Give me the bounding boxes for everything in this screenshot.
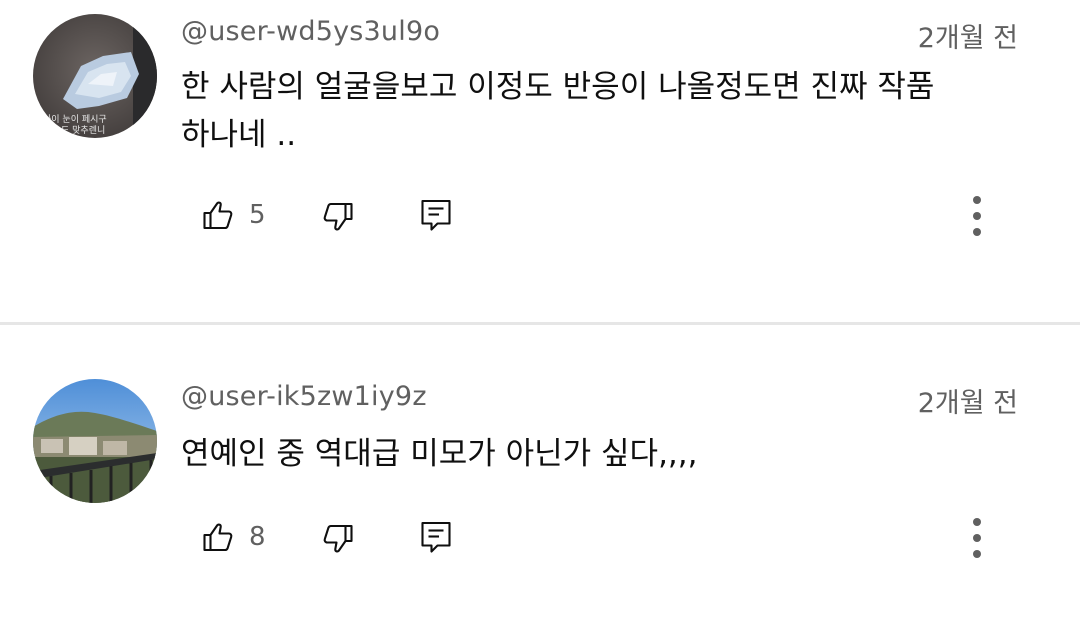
avatar[interactable] <box>33 379 157 503</box>
like-count: 5 <box>249 200 266 230</box>
more-vert-icon <box>973 518 981 558</box>
like-button[interactable] <box>196 194 240 238</box>
thumb-up-icon <box>203 201 233 230</box>
comment-text: 연예인 중 역대급 미모가 아닌가 싶다,,,, <box>181 436 698 472</box>
thumb-down-icon <box>323 202 353 231</box>
avatar-image: 사이 눈이 페시구 도 맞추렌니 <box>33 14 157 138</box>
comment-actions: 8 <box>0 508 1080 568</box>
comment-item: @user-ik5zw1iy9z 2개월 전 연예인 중 역대급 미모가 아닌가… <box>0 326 1080 621</box>
comment-actions: 5 <box>0 186 1080 246</box>
like-count: 8 <box>249 522 266 552</box>
avatar[interactable]: 사이 눈이 페시구 도 맞추렌니 <box>33 14 157 138</box>
reply-icon <box>421 521 451 553</box>
thumb-down-icon <box>323 524 353 553</box>
dislike-button[interactable] <box>316 194 360 238</box>
comment-divider <box>0 322 1080 325</box>
comment-time: 2개월 전 <box>917 388 1018 419</box>
comment-author[interactable]: @user-wd5ys3ul9o <box>181 16 440 47</box>
comment-text: 한 사람의 얼굴을보고 이정도 반응이 나올정도면 진짜 작품 하나네 .. <box>181 69 935 153</box>
reply-icon <box>421 199 451 231</box>
svg-text:사이 눈이 페시구: 사이 눈이 페시구 <box>43 114 107 125</box>
comment-author[interactable]: @user-ik5zw1iy9z <box>181 381 427 412</box>
avatar-image <box>33 379 157 503</box>
comment-item: 사이 눈이 페시구 도 맞추렌니 @user-wd5ys3ul9o 2개월 전 … <box>0 0 1080 322</box>
comment-time: 2개월 전 <box>917 23 1018 54</box>
more-options-button[interactable] <box>955 516 999 560</box>
more-options-button[interactable] <box>955 194 999 238</box>
reply-button[interactable] <box>414 194 458 238</box>
like-button[interactable] <box>196 516 240 560</box>
reply-button[interactable] <box>414 516 458 560</box>
dislike-button[interactable] <box>316 516 360 560</box>
thumb-up-icon <box>203 523 233 552</box>
svg-text:도 맞추렌니: 도 맞추렌니 <box>61 124 105 136</box>
more-vert-icon <box>973 196 981 236</box>
